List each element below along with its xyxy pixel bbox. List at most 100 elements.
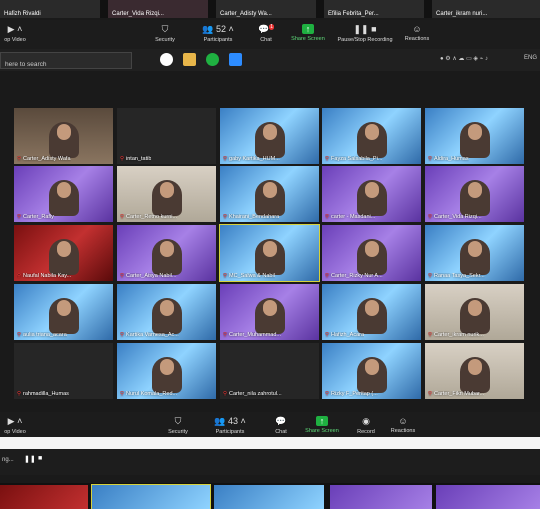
security-button[interactable]: ⛉ Security	[163, 412, 193, 437]
participant-video	[254, 239, 285, 275]
strip-tile[interactable]: Carter_Adisty Wa...	[216, 0, 316, 18]
stop-icon[interactable]: ■	[38, 455, 42, 462]
gallery-view-grid: ⚲ Carter_Adisty Wafa ⚲ intan_tatib ⚲ gaby Kar…	[0, 108, 540, 403]
participant-video	[459, 180, 490, 216]
participant-tile[interactable]: ⚲ Carter_Rafly	[14, 166, 113, 222]
participant-head	[364, 124, 379, 140]
strip-tile[interactable]	[330, 485, 432, 509]
strip-tile[interactable]	[0, 485, 88, 509]
participant-tile[interactable]: ⚲ Rizky F_Peritap (...	[322, 343, 421, 399]
strip-tile[interactable]	[91, 484, 211, 509]
participant-name: ⚲ Carter_Muhammad...	[223, 332, 281, 338]
participant-tile[interactable]: ⚲ carter - Masdani...	[322, 166, 421, 222]
participant-tile[interactable]: ⚲ Carter_Adisty Wafa	[14, 108, 113, 164]
participant-name-text: carter - Masdani...	[331, 214, 376, 220]
record-button[interactable]: ◉ Record	[352, 412, 380, 437]
zoom-app-icon[interactable]	[229, 53, 242, 66]
reactions-button[interactable]: ☺ Reactions	[400, 20, 434, 49]
participant-tile[interactable]: ⚲ MC_Salwa & Nabil	[219, 224, 320, 282]
strip-tile[interactable]: Efilia Febrita_Per...	[324, 0, 424, 18]
participant-tile[interactable]: ⚲ Carter_nila zahrotul...	[220, 343, 319, 399]
muted-mic-icon: ⚲	[120, 273, 125, 279]
muted-mic-icon: ⚲	[223, 332, 228, 338]
strip-tile[interactable]: Carter_ikram nuri...	[432, 0, 540, 18]
language-indicator[interactable]: ENG	[524, 55, 537, 61]
windows-taskbar: ● ⚙ ∧ ☁ ▭ ◈ ⌁ ♪ ENG	[0, 49, 540, 71]
chat-button[interactable]: 💬 Chat	[268, 412, 294, 437]
participant-tile[interactable]: ⚲ intan_tatib	[117, 108, 216, 164]
participant-head	[56, 182, 71, 198]
participant-head	[467, 359, 482, 375]
participant-tile[interactable]: ⚲ Carter_Retno kurni...	[117, 166, 216, 222]
strip-tile[interactable]: Carter_Vida Rizqi...	[108, 0, 208, 18]
participant-head	[467, 241, 482, 257]
pause-icon[interactable]: ❚❚	[24, 455, 36, 463]
participants-button[interactable]: 👥 43 ˄ Participants	[210, 412, 250, 437]
participant-tile[interactable]: ⚲ Aldira_Humas	[425, 108, 524, 164]
share-screen-button[interactable]: ↑ Share Screen	[302, 412, 342, 437]
participant-name: ⚲ MC_Salwa & Nabil	[223, 273, 275, 279]
chrome-icon[interactable]	[160, 53, 173, 66]
participant-name: ⚲ Carter_Aisya Nabil...	[120, 273, 176, 279]
participant-name-text: Nurul Komala_Red...	[126, 391, 178, 397]
system-tray-icons[interactable]: ● ⚙ ∧ ☁ ▭ ◈ ⌁ ♪	[440, 55, 488, 62]
chat-label: Chat	[275, 429, 287, 435]
participant-video	[48, 122, 79, 158]
meeting-toolbar-bottom: ▶ ˄ op Video ⛉ Security 👥 43 ˄ Participa…	[0, 412, 540, 437]
reactions-button[interactable]: ☺ Reactions	[386, 412, 420, 437]
share-screen-label: Share Screen	[291, 36, 325, 42]
participant-video	[356, 122, 387, 158]
line-app-icon[interactable]	[206, 53, 219, 66]
participant-name-text: Aldira_Humas	[434, 156, 469, 162]
participant-tile[interactable]: ⚲ Khairani_Bendahara	[220, 166, 319, 222]
participant-name: ⚲ Carter_Adisty Wafa	[17, 156, 71, 162]
security-button[interactable]: ⛉ Security	[150, 20, 180, 49]
reactions-label: Reactions	[390, 428, 416, 434]
participant-video	[459, 357, 490, 393]
participant-tile[interactable]: ⚲ Hafizh_Acara	[322, 284, 421, 340]
share-screen-button[interactable]: ↑ Share Screen	[288, 20, 328, 49]
strip-tile[interactable]	[214, 485, 324, 509]
participant-tile[interactable]: ⚲ Carter_Muhammad...	[220, 284, 319, 340]
participant-tile[interactable]: ⚲ Ranaa Tasya_Sekr...	[425, 225, 524, 281]
participant-head	[364, 359, 379, 375]
participant-tile[interactable]: ⚲ gaby Kartika_HUM...	[220, 108, 319, 164]
participant-tile[interactable]: ⚲ Carter_Rizky Nur A...	[322, 225, 421, 281]
muted-mic-icon: ⚲	[428, 391, 433, 397]
participant-name: ⚲ intan_tatib	[120, 156, 151, 162]
participant-name-text: Khairani_Bendahara	[229, 214, 280, 220]
strip-tile[interactable]: Hafizh Rivaldi	[0, 0, 100, 18]
strip-tile-name: Carter_Vida Rizqi...	[112, 11, 164, 17]
participant-tile[interactable]: ⚲ rahmadilla_Humas	[14, 343, 113, 399]
chat-button[interactable]: 💬1 Chat	[252, 20, 280, 49]
participants-button[interactable]: 👥 52 ˄ Participants	[198, 20, 238, 49]
chat-icon: 💬	[275, 416, 287, 426]
participant-tile[interactable]: ⚲ Kartika Varnesa_Ac...	[117, 284, 216, 340]
muted-mic-icon: ⚲	[120, 391, 125, 397]
participants-icon: 👥 52 ˄	[202, 24, 234, 34]
participant-name: ⚲ rahmadilla_Humas	[17, 391, 69, 397]
muted-mic-icon: ⚲	[120, 214, 125, 220]
file-explorer-icon[interactable]	[183, 53, 196, 66]
taskbar-search[interactable]	[0, 52, 132, 71]
search-input[interactable]	[1, 58, 129, 71]
participant-video	[151, 180, 182, 216]
strip-tile-name: Efilia Febrita_Per...	[328, 11, 379, 17]
participant-tile[interactable]: ⚲ Fayza Salsabila_Pi...	[322, 108, 421, 164]
stop-video-label: op Video	[4, 37, 26, 43]
screenshot-separator	[0, 437, 540, 449]
participant-tile[interactable]: ⚲ Naufal Nabila Kay...	[14, 225, 113, 281]
participant-head	[56, 124, 71, 140]
participant-tile[interactable]: ⚲ Carter_Aisya Nabil...	[117, 225, 216, 281]
strip-tile[interactable]	[436, 485, 540, 509]
participant-name-text: Carter_Aisya Nabil...	[126, 273, 177, 279]
stop-video-button[interactable]: ▶ ˄ op Video	[0, 20, 30, 49]
participant-tile[interactable]: ⚲ Nurul Komala_Red...	[117, 343, 216, 399]
participant-tile[interactable]: ⚲ aulia triana_acara	[14, 284, 113, 340]
stop-video-button[interactable]: ▶ ˄ op Video	[0, 412, 30, 437]
participant-tile[interactable]: ⚲ Carter_Vida Rizqi...	[425, 166, 524, 222]
participant-tile[interactable]: ⚲ Carter_ikram nurik...	[425, 284, 524, 340]
pause-stop-recording-button[interactable]: ❚❚ ■ Pause/Stop Recording	[334, 20, 396, 49]
muted-mic-icon: ⚲	[325, 214, 330, 220]
participant-tile[interactable]: ⚲ Carter_Fikri Mubar...	[425, 343, 524, 399]
